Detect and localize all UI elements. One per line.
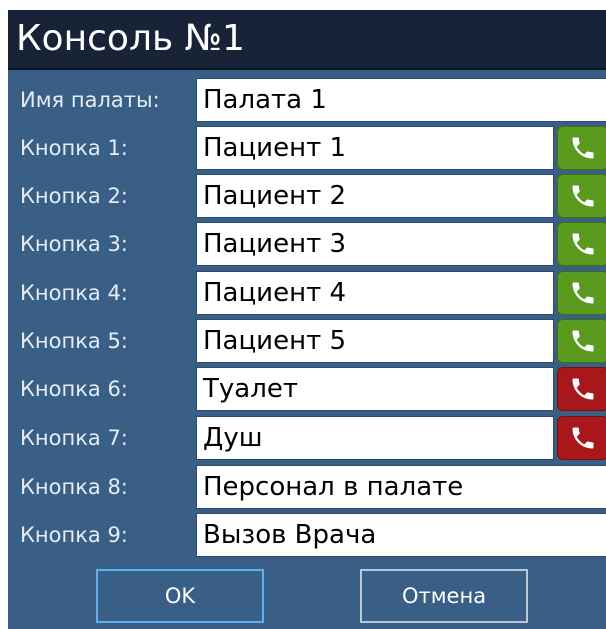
button-1-field[interactable]: Пациент 1	[196, 126, 554, 170]
console-dialog: Консоль №1 Имя палаты: Палата 1 Кнопка 1…	[8, 10, 606, 629]
button-2-field[interactable]: Пациент 2	[196, 174, 554, 218]
title-bar: Консоль №1	[8, 10, 606, 70]
button-2-call-button[interactable]	[557, 174, 606, 218]
button-7-field[interactable]: Душ	[196, 416, 554, 460]
button-9-field[interactable]: Вызов Врача	[196, 513, 606, 557]
ok-button[interactable]: OK	[96, 569, 264, 623]
button-3-call-button[interactable]	[557, 222, 606, 266]
button-7-label: Кнопка 7:	[20, 426, 128, 450]
button-4-field[interactable]: Пациент 4	[196, 271, 554, 315]
button-5-call-button[interactable]	[557, 319, 606, 363]
button-1-label: Кнопка 1:	[20, 136, 128, 160]
phone-icon	[572, 378, 594, 400]
room-name-label: Имя палаты:	[20, 88, 160, 112]
phone-icon	[572, 137, 594, 159]
cancel-button[interactable]: Отмена	[360, 569, 528, 623]
dialog-title: Консоль №1	[16, 18, 245, 59]
button-9-label: Кнопка 9:	[20, 523, 128, 547]
button-5-field[interactable]: Пациент 5	[196, 319, 554, 363]
button-3-field[interactable]: Пациент 3	[196, 222, 554, 266]
button-4-call-button[interactable]	[557, 271, 606, 315]
button-4-label: Кнопка 4:	[20, 281, 128, 305]
button-3-label: Кнопка 3:	[20, 232, 128, 256]
button-6-call-button[interactable]	[557, 367, 606, 411]
button-2-label: Кнопка 2:	[20, 184, 128, 208]
button-6-label: Кнопка 6:	[20, 377, 128, 401]
room-name-field[interactable]: Палата 1	[196, 78, 606, 122]
phone-icon	[572, 282, 594, 304]
button-6-field[interactable]: Туалет	[196, 367, 554, 411]
button-7-call-button[interactable]	[557, 416, 606, 460]
button-8-field[interactable]: Персонал в палате	[196, 465, 606, 509]
phone-icon	[572, 233, 594, 255]
button-8-label: Кнопка 8:	[20, 475, 128, 499]
phone-icon	[572, 330, 594, 352]
button-5-label: Кнопка 5:	[20, 329, 128, 353]
phone-icon	[572, 427, 594, 449]
phone-icon	[572, 185, 594, 207]
button-1-call-button[interactable]	[557, 126, 606, 170]
